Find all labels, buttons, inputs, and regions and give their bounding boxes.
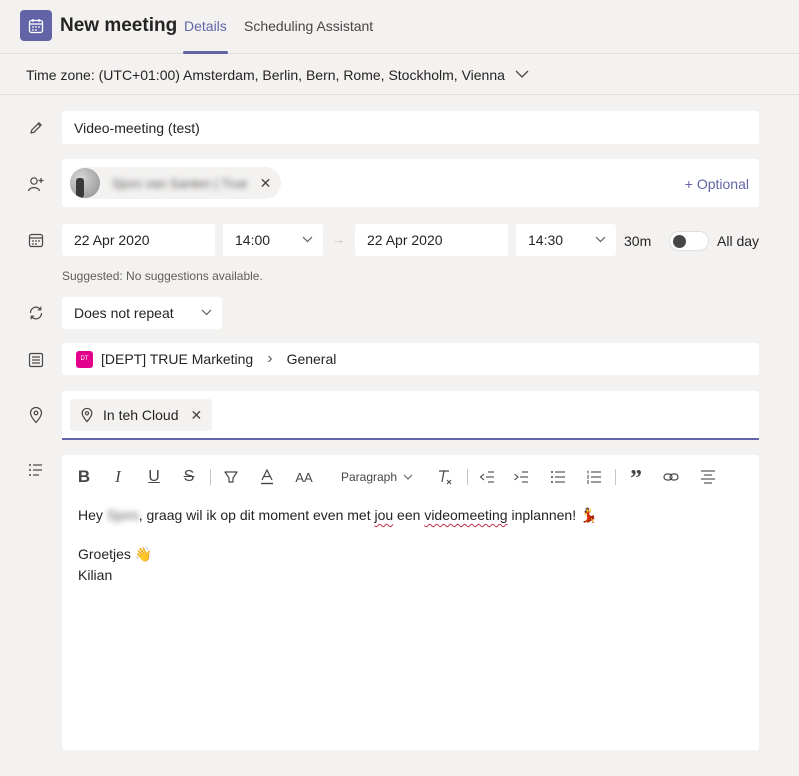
calendar-icon [26,230,46,250]
highlight-button[interactable] [222,467,240,487]
align-center-icon [701,470,715,484]
duration-label: 30m [624,233,652,249]
insert-link-button[interactable] [662,467,680,487]
toolbar-separator [615,469,616,485]
bold-button[interactable]: B [76,467,92,487]
arrow-right-icon: → [331,231,345,247]
toolbar-separator [467,469,468,485]
link-icon [663,473,679,481]
header: New meeting Details Scheduling Assistant [0,0,799,54]
numbered-list-button[interactable] [585,467,603,487]
suggestion-text: Suggested: No suggestions available. [62,269,263,283]
formatting-toolbar: B I U S AA Paragraph ” [62,455,759,499]
active-tab-indicator [183,51,228,54]
add-person-icon [26,174,46,194]
avatar [70,168,100,198]
bullet-list-icon [551,471,565,483]
repeat-value: Does not repeat [74,305,174,321]
description-icon [26,460,46,480]
font-color-button[interactable] [259,467,275,487]
align-button[interactable] [699,467,717,487]
remove-location-icon[interactable]: ✕ [191,407,203,424]
description-editor[interactable]: B I U S AA Paragraph ” Hey Sjors, graag … [62,455,759,750]
text-segment: inplannen! [507,507,580,523]
italic-button[interactable]: I [110,467,126,487]
outdent-icon [479,471,494,483]
attendee-chip[interactable]: Sjors van Santen | True ✕ [70,167,282,199]
repeat-select[interactable]: Does not repeat [62,297,222,329]
font-size-button[interactable]: AA [294,467,314,487]
timezone-selector[interactable]: Time zone: (UTC+01:00) Amsterdam, Berlin… [0,55,799,95]
tab-details[interactable]: Details [184,18,227,34]
start-date-value: 22 Apr 2020 [74,232,150,248]
highlighter-icon [224,471,238,483]
channel-selector[interactable]: DT [DEPT] TRUE Marketing › General [62,343,759,375]
calendar-app-icon [20,10,52,41]
add-optional-button[interactable]: + Optional [685,176,749,192]
location-chip[interactable]: In teh Cloud ✕ [70,399,213,431]
channel-name: General [286,351,337,367]
paragraph-select[interactable]: Paragraph [340,467,414,487]
description-line-2: Groetjes 👋 [78,546,152,563]
chevron-right-icon: › [267,350,273,367]
all-day-toggle[interactable] [669,231,709,251]
text-segment: Groetjes [78,546,135,562]
team-name: [DEPT] TRUE Marketing [101,351,254,367]
dancer-emoji: 💃 [580,507,598,523]
tab-scheduling-assistant[interactable]: Scheduling Assistant [244,18,373,34]
chevron-down-icon [595,236,606,243]
clear-formatting-button[interactable] [436,467,454,487]
spelling-error: videomeeting [424,507,508,523]
bulleted-list-button[interactable] [549,467,567,487]
waving-hand-emoji: 👋 [134,546,153,562]
meeting-title-value: Video-meeting (test) [74,119,200,136]
attendees-input[interactable]: Sjors van Santen | True ✕ + Optional [62,159,759,207]
numbered-list-icon [587,470,601,484]
location-pin-icon [81,407,93,423]
underline-button[interactable]: U [146,467,162,487]
font-color-icon [261,469,273,485]
end-date-input[interactable]: 22 Apr 2020 [355,224,508,256]
remove-attendee-icon[interactable]: ✕ [260,175,272,192]
channel-icon [26,350,46,370]
text-segment: Hey [78,507,107,523]
paragraph-label: Paragraph [340,470,398,484]
chevron-down-icon [515,70,529,79]
location-input[interactable]: In teh Cloud ✕ [62,391,759,440]
text-segment: een [393,507,425,523]
description-line-3: Kilian [78,567,113,583]
spelling-error: jou [374,507,394,523]
description-line-1: Hey Sjors, graag wil ik op dit moment ev… [78,507,597,524]
end-date-value: 22 Apr 2020 [367,232,443,248]
attendee-name: Sjors van Santen | True [112,175,248,191]
team-badge: DT [76,350,93,368]
text-segment: , graag wil ik op dit moment even met [138,507,375,523]
start-time-value: 14:00 [235,232,271,248]
clear-formatting-icon [439,470,452,485]
meeting-title-input[interactable]: Video-meeting (test) [62,111,759,144]
location-pin-icon [26,405,46,425]
start-time-select[interactable]: 14:00 [223,224,323,256]
location-value: In teh Cloud [103,407,179,423]
strikethrough-button[interactable]: S [181,467,197,487]
timezone-label: Time zone: (UTC+01:00) Amsterdam, Berlin… [26,66,505,83]
all-day-label: All day [717,233,760,249]
chevron-down-icon [201,309,212,316]
quote-button[interactable]: ” [627,466,645,492]
toggle-knob [673,235,686,248]
decrease-indent-button[interactable] [478,467,496,487]
toolbar-separator [210,469,211,485]
chevron-down-icon [302,236,313,243]
chevron-down-icon [403,474,413,480]
indent-icon [514,471,528,483]
repeat-icon [26,303,46,323]
blurred-name: Sjors [106,507,139,523]
end-time-value: 14:30 [528,232,564,248]
end-time-select[interactable]: 14:30 [516,224,616,256]
start-date-input[interactable]: 22 Apr 2020 [62,224,215,256]
pencil-icon [26,118,46,138]
page-title: New meeting [60,15,178,36]
increase-indent-button[interactable] [512,467,530,487]
